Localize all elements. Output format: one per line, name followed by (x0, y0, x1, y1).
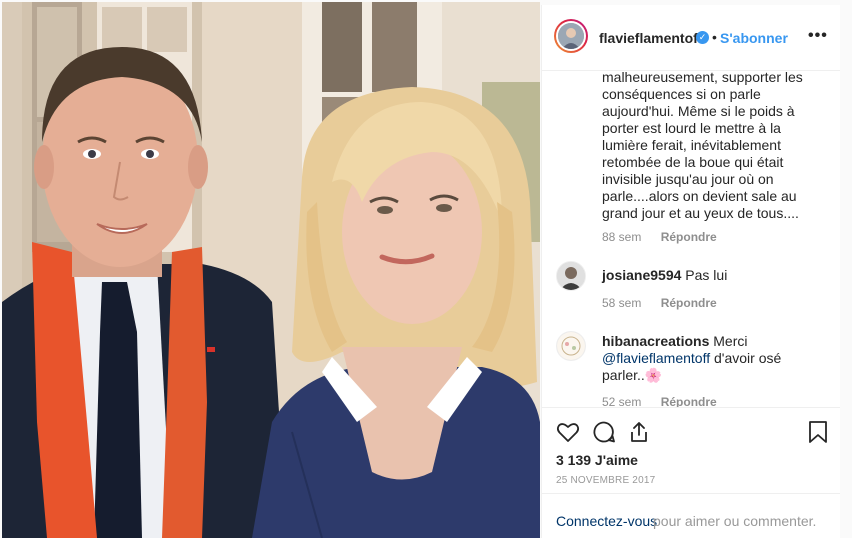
comment-avatar[interactable] (556, 261, 586, 291)
post-date: 25 NOVEMBRE 2017 (556, 475, 656, 486)
caption-line: retombée de la boue qui était (602, 154, 784, 170)
comment-reply-button[interactable]: Répondre (661, 296, 717, 310)
heart-icon[interactable] (556, 420, 580, 444)
comment-time: 58 sem (602, 296, 642, 310)
separator-dot: • (712, 29, 717, 45)
caption-line: porter est lourd le mettre à la (602, 120, 781, 136)
login-prompt: Connectez-vous pour aimer ou commenter. (542, 493, 841, 538)
caption-line: parle....alors on devient sale au (602, 188, 797, 204)
caption-line: conséquences si on parle (602, 86, 761, 102)
comment-body: josiane9594 Pas lui (602, 267, 827, 284)
comment-meta: 58 sem Répondre (602, 296, 717, 310)
caption-line: malheureusement, supporter les (602, 71, 803, 85)
instagram-post-frame: flavieflamentoff ✓ • S'abonner ••• malhe… (0, 0, 852, 538)
post-photo-illustration (2, 2, 540, 538)
caption-line: grand jour et au yeux de tous.... (602, 205, 799, 221)
post-header: flavieflamentoff ✓ • S'abonner ••• (542, 5, 841, 71)
bookmark-icon[interactable] (807, 420, 829, 444)
comment-time: 52 sem (602, 395, 642, 407)
post-side-panel: flavieflamentoff ✓ • S'abonner ••• malhe… (541, 5, 841, 538)
author-username[interactable]: flavieflamentoff (599, 30, 702, 46)
author-avatar[interactable] (554, 19, 588, 53)
post-photo[interactable] (2, 2, 540, 538)
comment-username[interactable]: hibanacreations (602, 333, 709, 349)
comment-reply-button[interactable]: Répondre (661, 395, 717, 407)
comment-mention-link[interactable]: @flavieflamentoff (602, 350, 710, 366)
comment-icon[interactable] (592, 420, 616, 444)
caption-line: invisible jusqu'au jour où on (602, 171, 774, 187)
comment-text: Pas lui (685, 267, 728, 283)
comment-text: Merci (713, 333, 748, 349)
follow-button[interactable]: S'abonner (720, 30, 788, 46)
verified-badge-icon: ✓ (696, 31, 709, 44)
caption-line: aujourd'hui. Même si le poids à (602, 103, 795, 119)
post-actions: 3 139 J'aime 25 NOVEMBRE 2017 (542, 407, 841, 495)
comment-avatar[interactable] (556, 331, 586, 361)
login-link[interactable]: Connectez-vous (556, 513, 657, 529)
caption-line: lumière ferait, inévitablement (602, 137, 781, 153)
comment-body: hibanacreations Merci @flavieflamentoff … (602, 333, 827, 384)
comment-text: d'avoir osé (714, 350, 782, 366)
caption-meta: 88 sem Répondre (602, 230, 717, 244)
caption-reply-button[interactable]: Répondre (661, 230, 717, 244)
share-icon[interactable] (627, 420, 651, 444)
more-options-icon[interactable]: ••• (808, 27, 828, 45)
login-prompt-text: pour aimer ou commenter. (653, 513, 817, 529)
comment-text: parler..🌸 (602, 367, 663, 383)
comments-list[interactable]: malheureusement, supporter les conséquen… (542, 71, 841, 407)
caption-text: malheureusement, supporter les conséquen… (602, 71, 824, 222)
page-scrollbar[interactable] (840, 5, 852, 538)
comment-username[interactable]: josiane9594 (602, 267, 681, 283)
likes-count[interactable]: 3 139 J'aime (556, 452, 638, 468)
caption-time: 88 sem (602, 230, 642, 244)
author-avatar-image (558, 23, 584, 49)
comment-meta: 52 sem Répondre (602, 395, 717, 407)
